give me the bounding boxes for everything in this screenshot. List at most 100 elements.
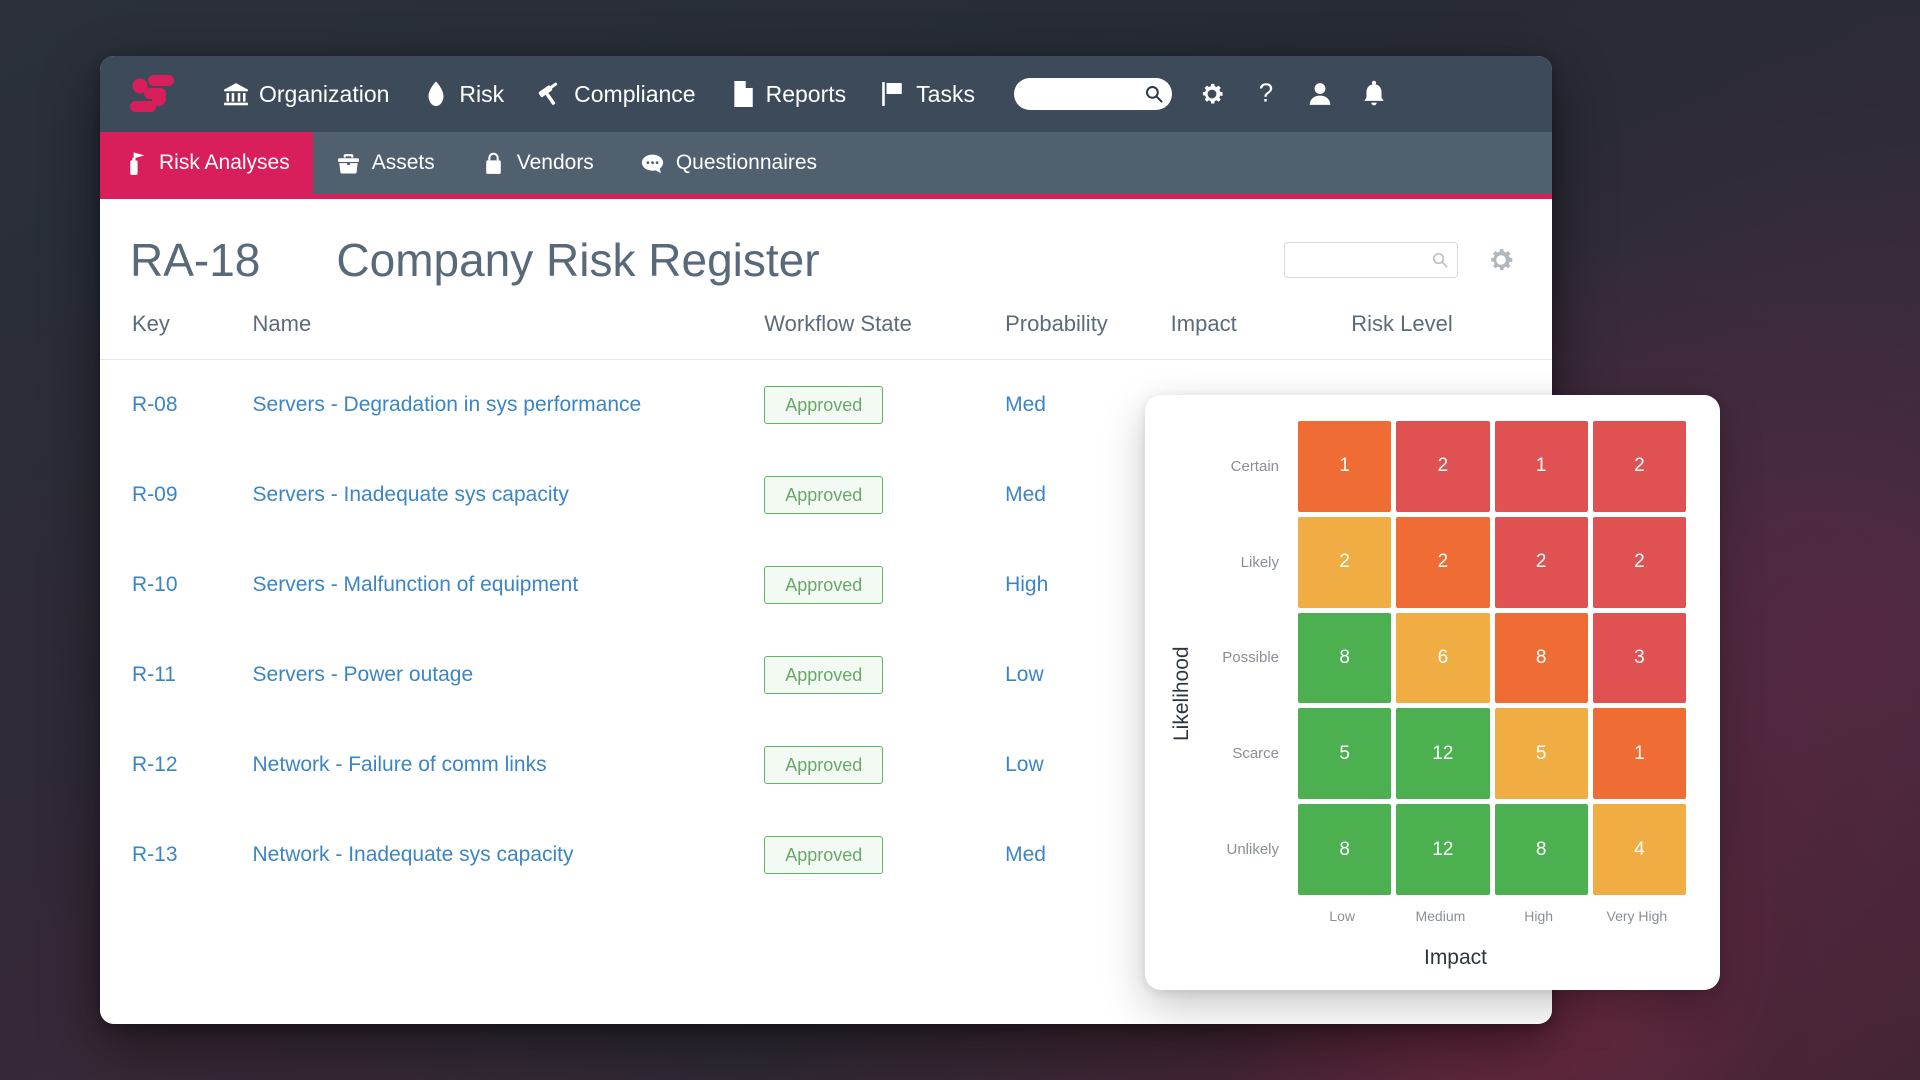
risk-matrix-cell[interactable]: 3 (1593, 613, 1686, 704)
risk-matrix-x-tick-label: Medium (1391, 904, 1489, 924)
cell-workflow-state: Approved (764, 810, 1005, 900)
risk-matrix-cell[interactable]: 2 (1396, 517, 1489, 608)
risk-matrix-row: Unlikely81284 (1199, 804, 1686, 895)
chat-icon (640, 151, 665, 176)
cell-name[interactable]: Servers - Power outage (253, 630, 765, 720)
risk-matrix-y-axis-label: Likelihood (1165, 421, 1199, 924)
status-badge: Approved (764, 566, 883, 604)
tab-vendors-label: Vendors (517, 151, 594, 175)
desktop-background: Organization Risk (0, 0, 1920, 1080)
risk-matrix-cell[interactable]: 1 (1298, 421, 1391, 512)
risk-matrix-cell[interactable]: 2 (1396, 421, 1489, 512)
risk-matrix-cell[interactable]: 2 (1495, 517, 1588, 608)
cell-key[interactable]: R-11 (100, 630, 253, 720)
risk-matrix-popup: Likelihood Certain1212Likely2222Possible… (1145, 395, 1720, 990)
cell-key[interactable]: R-13 (100, 810, 253, 900)
risk-matrix-cell[interactable]: 8 (1495, 613, 1588, 704)
user-icon[interactable] (1306, 80, 1334, 108)
risk-matrix-cell[interactable]: 2 (1593, 421, 1686, 512)
global-search[interactable] (1014, 78, 1172, 110)
tab-assets[interactable]: Assets (313, 132, 458, 194)
table-search[interactable] (1284, 242, 1458, 278)
nav-item-reports[interactable]: Reports (713, 56, 864, 132)
tab-risk-analyses-label: Risk Analyses (159, 151, 290, 175)
nav-item-organization[interactable]: Organization (206, 56, 406, 132)
risk-matrix-cell[interactable]: 8 (1298, 613, 1391, 704)
column-header-impact[interactable]: Impact (1171, 301, 1352, 360)
column-header-probability[interactable]: Probability (1005, 301, 1171, 360)
status-badge: Approved (764, 746, 883, 784)
risk-matrix-cell[interactable]: 5 (1495, 708, 1588, 799)
column-header-key[interactable]: Key (100, 301, 253, 360)
tab-vendors[interactable]: Vendors (458, 132, 617, 194)
risk-matrix-row-label: Certain (1199, 421, 1293, 512)
gear-icon[interactable] (1198, 80, 1226, 108)
risk-matrix-x-axis: LowMediumHighVery High (1199, 904, 1686, 924)
table-head: Key Name Workflow State Probability Impa… (100, 301, 1552, 360)
column-header-workflow-state[interactable]: Workflow State (764, 301, 1005, 360)
cell-workflow-state: Approved (764, 540, 1005, 630)
tab-risk-analyses[interactable]: Risk Analyses (100, 132, 313, 194)
bank-icon (223, 81, 249, 107)
risk-matrix-row-label: Likely (1199, 517, 1293, 608)
nav-item-compliance[interactable]: Compliance (521, 56, 712, 132)
risk-matrix-cell[interactable]: 8 (1495, 804, 1588, 895)
risk-matrix-cell[interactable]: 2 (1298, 517, 1391, 608)
document-icon (730, 81, 756, 107)
risk-matrix-cell[interactable]: 12 (1396, 708, 1489, 799)
table-search-input[interactable] (1294, 251, 1428, 269)
risk-matrix-cell[interactable]: 5 (1298, 708, 1391, 799)
search-input[interactable] (1026, 85, 1150, 104)
column-header-risk-level[interactable]: Risk Level (1351, 301, 1552, 360)
tab-questionnaires[interactable]: Questionnaires (617, 132, 840, 194)
nav-item-organization-label: Organization (259, 81, 389, 108)
risk-matrix-row: Certain1212 (1199, 421, 1686, 512)
cell-key[interactable]: R-09 (100, 450, 253, 540)
risk-matrix-cell[interactable]: 1 (1495, 421, 1588, 512)
flag-icon (880, 81, 906, 107)
risk-matrix-row: Scarce51251 (1199, 708, 1686, 799)
cell-key[interactable]: R-08 (100, 360, 253, 451)
status-badge: Approved (764, 836, 883, 874)
grc-logo[interactable] (126, 73, 182, 115)
help-icon[interactable]: ? (1252, 80, 1280, 108)
risk-matrix-cell[interactable]: 6 (1396, 613, 1489, 704)
briefcase-icon (336, 151, 361, 176)
risk-matrix-row-label: Scarce (1199, 708, 1293, 799)
tab-questionnaires-label: Questionnaires (676, 151, 817, 175)
risk-matrix-x-tick-label: High (1490, 904, 1588, 924)
cell-name[interactable]: Servers - Inadequate sys capacity (253, 450, 765, 540)
toolbar-icons: ? (1198, 80, 1388, 108)
cell-name[interactable]: Network - Failure of comm links (253, 720, 765, 810)
nav-item-risk[interactable]: Risk (406, 56, 521, 132)
table-settings-gear-icon[interactable] (1486, 245, 1516, 275)
risk-matrix-cell[interactable]: 2 (1593, 517, 1686, 608)
nav-item-tasks[interactable]: Tasks (863, 56, 992, 132)
tab-assets-label: Assets (372, 151, 435, 175)
risk-matrix-x-tick-label: Very High (1588, 904, 1686, 924)
cell-key[interactable]: R-12 (100, 720, 253, 810)
search-icon (1432, 252, 1448, 268)
risk-matrix-cell[interactable]: 1 (1593, 708, 1686, 799)
bell-icon[interactable] (1360, 80, 1388, 108)
risk-matrix-body: Likelihood Certain1212Likely2222Possible… (1165, 421, 1686, 924)
cell-name[interactable]: Network - Inadequate sys capacity (253, 810, 765, 900)
status-badge: Approved (764, 386, 883, 424)
risk-matrix-cell[interactable]: 4 (1593, 804, 1686, 895)
sub-navigation-bar: Risk Analyses Assets (100, 132, 1552, 199)
column-header-name[interactable]: Name (253, 301, 765, 360)
x-axis-spacer (1199, 904, 1293, 924)
risk-matrix-cell[interactable]: 8 (1298, 804, 1391, 895)
cell-workflow-state: Approved (764, 720, 1005, 810)
page-header: RA-18 Company Risk Register (100, 225, 1552, 295)
page-title: Company Risk Register (336, 233, 819, 287)
cell-key[interactable]: R-10 (100, 540, 253, 630)
cell-name[interactable]: Servers - Degradation in sys performance (253, 360, 765, 451)
risk-matrix-row: Likely2222 (1199, 517, 1686, 608)
page-key: RA-18 (130, 233, 260, 287)
risk-matrix-cell[interactable]: 12 (1396, 804, 1489, 895)
cell-name[interactable]: Servers - Malfunction of equipment (253, 540, 765, 630)
status-badge: Approved (764, 656, 883, 694)
risk-matrix-x-axis-title: Impact (1165, 946, 1686, 970)
risk-matrix-row-label: Possible (1199, 613, 1293, 704)
